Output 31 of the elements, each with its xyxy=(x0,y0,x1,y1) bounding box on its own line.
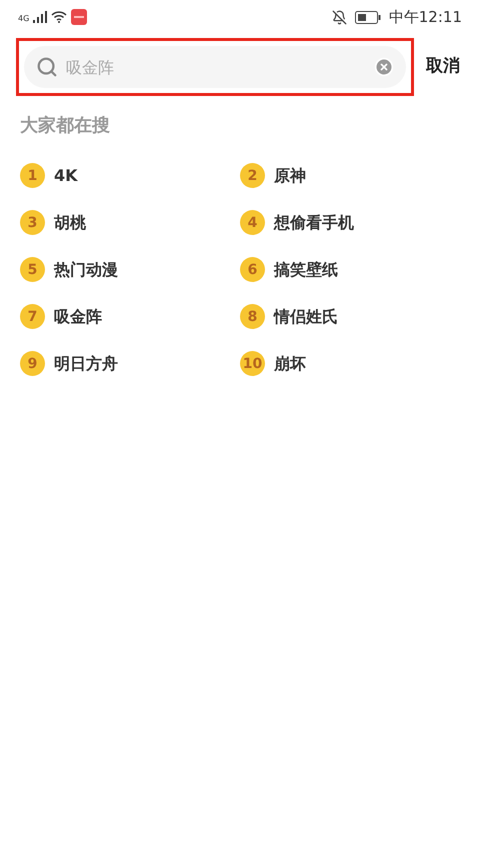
rank-badge: 1 xyxy=(20,163,45,188)
rank-badge: 2 xyxy=(240,163,265,188)
trending-item[interactable]: 6 搞笑壁纸 xyxy=(240,257,338,282)
signal-icon xyxy=(33,11,48,23)
rank-badge: 5 xyxy=(20,257,45,282)
rank-badge: 7 xyxy=(20,304,45,329)
rank-badge: 10 xyxy=(240,351,265,376)
trending-item[interactable]: 1 4K xyxy=(20,163,78,188)
battery-icon xyxy=(354,10,381,24)
mute-icon xyxy=(332,10,347,24)
wifi-icon xyxy=(51,11,68,23)
trending-item[interactable]: 9 明日方舟 xyxy=(20,351,118,376)
rank-badge: 3 xyxy=(20,210,45,235)
network-type: 4G xyxy=(18,15,30,23)
trending-item[interactable]: 8 情侣姓氏 xyxy=(240,304,338,329)
section-title: 大家都在搜 xyxy=(19,114,111,138)
search-icon xyxy=(36,56,58,78)
trending-item[interactable]: 4 想偷看手机 xyxy=(240,210,354,235)
cancel-button[interactable]: 取消 xyxy=(426,54,460,80)
trending-item[interactable]: 3 胡桃 xyxy=(20,210,86,235)
trending-item[interactable]: 2 原神 xyxy=(240,163,306,188)
rank-badge: 4 xyxy=(240,210,265,235)
trending-item[interactable]: 10 崩坏 xyxy=(240,351,306,376)
search-field[interactable]: 吸金阵 xyxy=(24,46,406,88)
clock-time: 中午12:11 xyxy=(388,6,462,28)
rank-badge: 6 xyxy=(240,257,265,282)
app-notification-icon xyxy=(71,9,88,25)
trending-item[interactable]: 7 吸金阵 xyxy=(20,304,102,329)
trending-item[interactable]: 5 热门动漫 xyxy=(20,257,118,282)
rank-badge: 9 xyxy=(20,351,45,376)
rank-badge: 8 xyxy=(240,304,265,329)
